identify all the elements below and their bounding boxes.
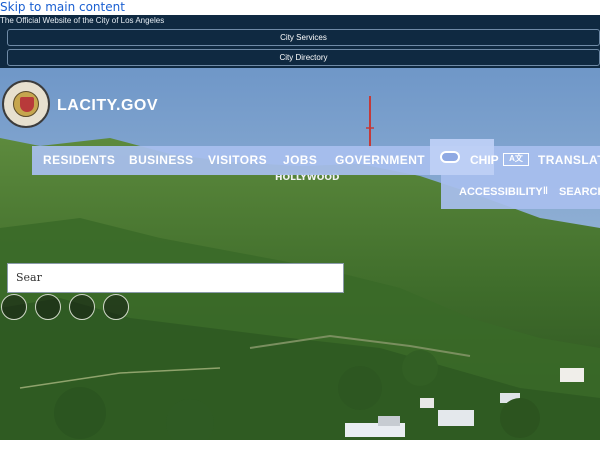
nav-item-residents[interactable]: RESIDENTS bbox=[43, 146, 115, 175]
search-link[interactable]: SEARCH bbox=[559, 175, 600, 209]
nav-item-business[interactable]: BUSINESS bbox=[129, 146, 194, 175]
carousel-button-2[interactable] bbox=[35, 294, 61, 320]
hollywood-hills-background-image: HOLLYWOOD bbox=[0, 68, 600, 440]
translate-icon[interactable]: A文 bbox=[503, 153, 529, 166]
official-notice: The Official Website of the City of Los … bbox=[0, 16, 165, 25]
site-name[interactable]: LACITY.GOV bbox=[57, 97, 158, 115]
accessibility-icon: ‖ bbox=[543, 186, 548, 197]
carousel-button-1[interactable] bbox=[1, 294, 27, 320]
chip-label: CHIP bbox=[470, 153, 499, 167]
carousel-button-4[interactable] bbox=[103, 294, 129, 320]
official-website-bar: The Official Website of the City of Los … bbox=[0, 15, 600, 68]
city-services-button[interactable]: City Services bbox=[7, 29, 600, 46]
search-input[interactable]: Sear bbox=[7, 263, 344, 293]
nav-item-visitors[interactable]: VISITORS bbox=[208, 146, 267, 175]
nav-item-government[interactable]: GOVERNMENT bbox=[335, 146, 425, 175]
accessibility-link[interactable]: ACCESSIBILITY bbox=[459, 175, 543, 209]
chip-button[interactable]: CHIP bbox=[430, 139, 499, 175]
chip-icon bbox=[440, 151, 460, 163]
nav-item-jobs[interactable]: JOBS bbox=[283, 146, 317, 175]
hero-banner: HOLLYWOOD LACITY.GOV RESIDENTS BUSINESS … bbox=[0, 68, 600, 440]
city-directory-button[interactable]: City Directory bbox=[7, 49, 600, 66]
nav-item-translate[interactable]: TRANSLATE bbox=[538, 146, 600, 175]
carousel-button-3[interactable] bbox=[69, 294, 95, 320]
page-bottom bbox=[0, 440, 600, 450]
skip-to-main-content-link[interactable]: Skip to main content bbox=[0, 0, 125, 15]
city-seal-icon[interactable] bbox=[2, 80, 50, 128]
utility-navigation: ACCESSIBILITY ‖ SEARCH bbox=[441, 175, 600, 209]
